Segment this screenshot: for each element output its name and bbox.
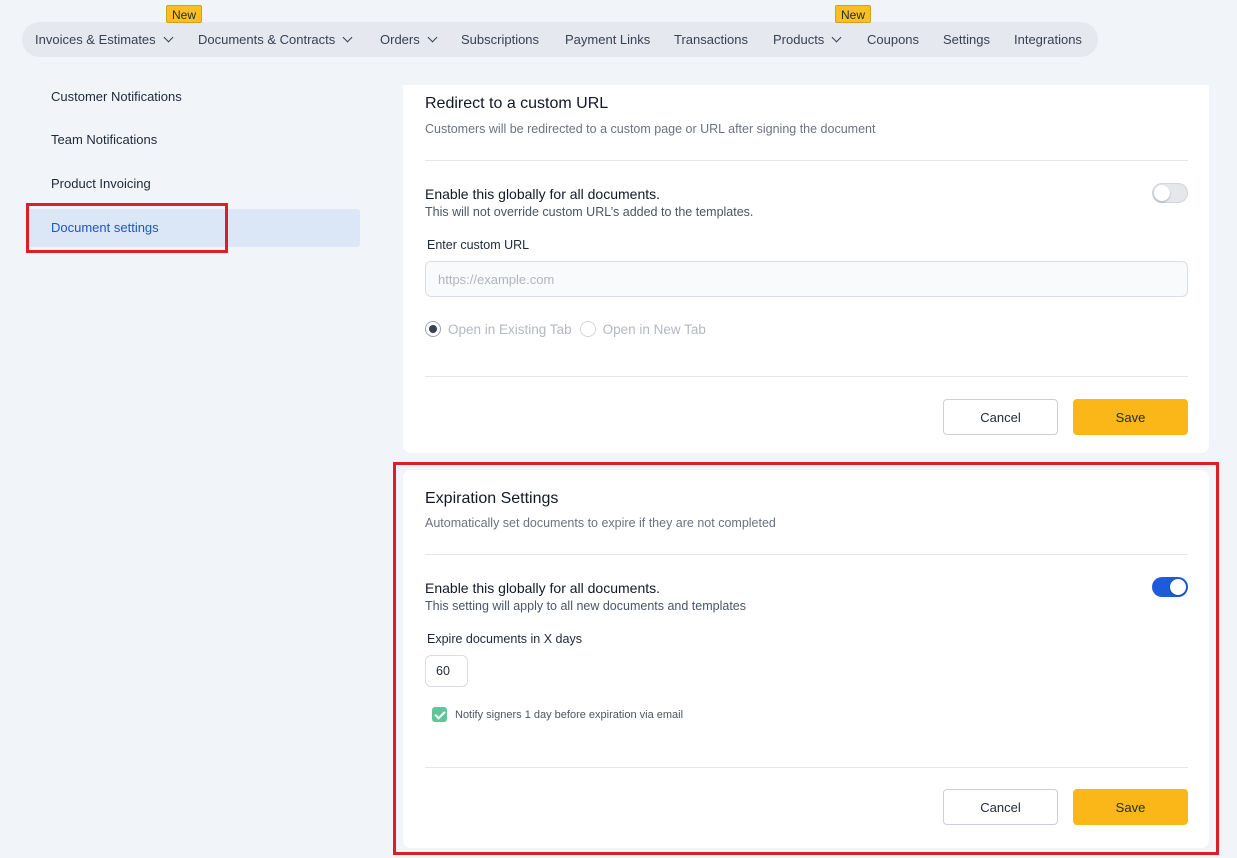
- divider: [425, 376, 1188, 377]
- new-badge: New: [166, 5, 203, 23]
- nav-settings[interactable]: Settings: [943, 22, 990, 57]
- divider: [425, 554, 1188, 555]
- nav-item-label: Products: [773, 32, 825, 47]
- redirect-enable-sub: This will not override custom URL’s adde…: [425, 205, 754, 219]
- redirect-card: Redirect to a custom URL Customers will …: [403, 85, 1209, 453]
- expiration-card: Expiration Settings Automatically set do…: [403, 470, 1209, 848]
- expiration-cancel-button[interactable]: Cancel: [943, 789, 1058, 825]
- redirect-title: Redirect to a custom URL: [425, 95, 609, 112]
- chevron-down-icon: [342, 32, 353, 43]
- redirect-description: Customers will be redirected to a custom…: [425, 122, 876, 136]
- expiration-description: Automatically set documents to expire if…: [425, 516, 776, 530]
- nav-orders[interactable]: Orders: [380, 22, 438, 57]
- expiration-save-button[interactable]: Save: [1073, 789, 1188, 825]
- chevron-down-icon: [163, 32, 174, 43]
- open-tab-radio-group: Open in Existing Tab Open in New Tab: [425, 320, 714, 338]
- nav-subscriptions[interactable]: Subscriptions: [461, 22, 539, 57]
- sidebar-item-product-invoicing[interactable]: Product Invoicing: [27, 165, 360, 203]
- nav-item-label: Orders: [380, 32, 420, 47]
- url-field-label: Enter custom URL: [427, 238, 530, 252]
- redirect-enable-label: Enable this globally for all documents.: [425, 186, 661, 202]
- chevron-down-icon: [427, 32, 438, 43]
- notify-signers-row: Notify signers 1 day before expiration v…: [432, 707, 683, 722]
- chevron-down-icon: [831, 32, 842, 43]
- nav-item-label: Documents & Contracts: [198, 32, 336, 47]
- new-badge: New: [835, 5, 872, 23]
- expire-days-label: Expire documents in X days: [427, 632, 582, 646]
- toggle-knob: [1154, 185, 1170, 201]
- expiration-enable-label: Enable this globally for all documents.: [425, 580, 661, 596]
- top-nav: Invoices & Estimates Documents & Contrac…: [22, 22, 1098, 57]
- open-new-tab-radio[interactable]: [579, 321, 596, 337]
- nav-coupons[interactable]: Coupons: [867, 22, 919, 57]
- open-existing-tab-radio[interactable]: [425, 321, 441, 337]
- redirect-cancel-button[interactable]: Cancel: [943, 399, 1058, 435]
- expiration-title: Expiration Settings: [425, 490, 559, 507]
- nav-documents-contracts[interactable]: Documents & Contracts: [198, 22, 353, 57]
- nav-products[interactable]: Products: [773, 22, 842, 57]
- nav-payment-links[interactable]: Payment Links: [565, 22, 650, 57]
- redirect-global-toggle[interactable]: [1152, 183, 1188, 203]
- notify-signers-label: Notify signers 1 day before expiration v…: [455, 708, 684, 721]
- nav-integrations[interactable]: Integrations: [1014, 22, 1082, 57]
- expire-days-input[interactable]: [425, 655, 468, 687]
- open-new-tab-label: Open in New Tab: [602, 321, 706, 337]
- divider: [425, 160, 1188, 161]
- sidebar-item-customer-notifications[interactable]: Customer Notifications: [27, 78, 360, 116]
- sidebar-item-document-settings[interactable]: Document settings: [27, 209, 360, 247]
- sidebar-item-team-notifications[interactable]: Team Notifications: [27, 121, 360, 159]
- divider: [425, 767, 1188, 768]
- nav-invoices-estimates[interactable]: Invoices & Estimates: [35, 22, 174, 57]
- custom-url-input[interactable]: [425, 261, 1188, 297]
- expiration-global-toggle[interactable]: [1152, 577, 1188, 597]
- notify-signers-checkbox[interactable]: [432, 707, 447, 722]
- nav-transactions[interactable]: Transactions: [674, 22, 748, 57]
- expiration-enable-sub: This setting will apply to all new docum…: [425, 599, 746, 613]
- toggle-knob: [1170, 579, 1186, 595]
- nav-item-label: Invoices & Estimates: [35, 32, 156, 47]
- open-existing-tab-label: Open in Existing Tab: [448, 321, 572, 337]
- redirect-save-button[interactable]: Save: [1073, 399, 1188, 435]
